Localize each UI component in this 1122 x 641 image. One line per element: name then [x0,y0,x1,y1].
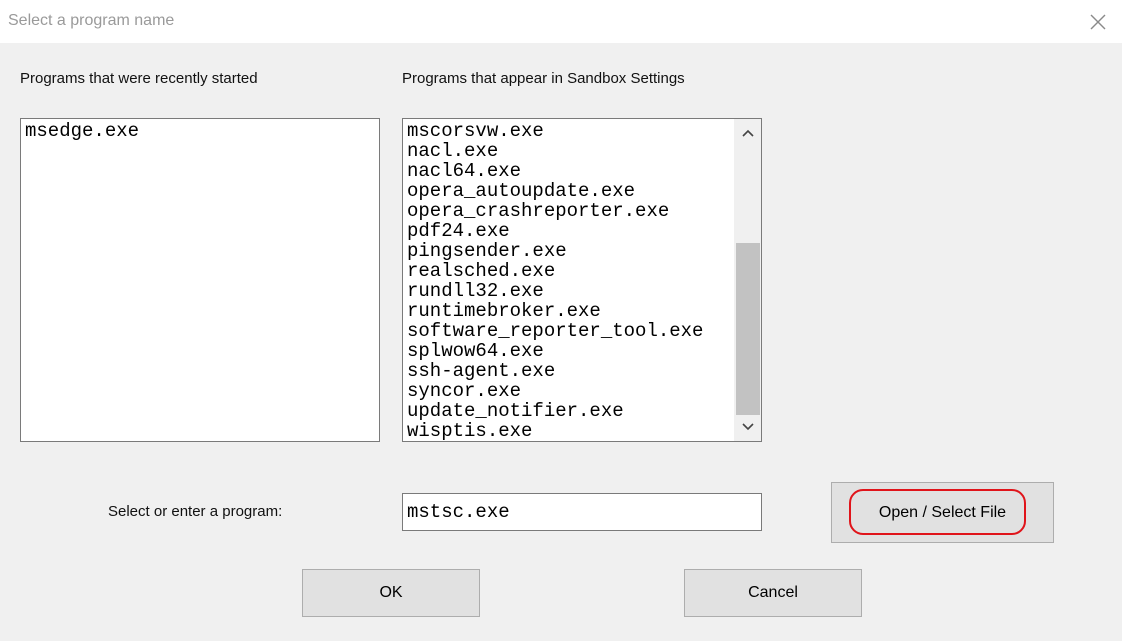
open-select-file-label: Open / Select File [878,503,1007,521]
list-item[interactable]: opera_autoupdate.exe [403,181,734,201]
list-item[interactable]: update_notifier.exe [403,401,734,421]
select-program-dialog: Select a program name Programs that were… [0,0,1122,641]
scroll-up-button[interactable] [734,121,761,145]
list-item[interactable]: mscorsvw.exe [403,121,734,141]
list-item[interactable]: ssh-agent.exe [403,361,734,381]
list-item[interactable]: syncor.exe [403,381,734,401]
chevron-down-icon [742,423,754,431]
list-item[interactable]: msedge.exe [21,121,352,141]
list-item[interactable]: wisptis.exe [403,421,734,441]
sandbox-programs-items: mscorsvw.exe nacl.exe nacl64.exe opera_auto… [403,121,734,441]
ok-button[interactable]: OK [302,569,480,617]
list-item[interactable]: software_reporter_tool.exe [403,321,734,341]
list-item[interactable]: realsched.exe [403,261,734,281]
recent-programs-label: Programs that were recently started [20,70,258,87]
close-icon [1090,14,1106,30]
list-item[interactable]: runtimebroker.exe [403,301,734,321]
scroll-thumb[interactable] [736,243,760,415]
list-item[interactable]: opera_crashreporter.exe [403,201,734,221]
sandbox-programs-label: Programs that appear in Sandbox Settings [402,70,685,87]
list-item[interactable]: nacl64.exe [403,161,734,181]
sandbox-list-scrollbar[interactable] [734,119,761,441]
cancel-label: Cancel [748,584,798,601]
scroll-down-button[interactable] [734,415,761,439]
recent-programs-list[interactable]: msedge.exe [20,118,380,442]
list-item[interactable]: pdf24.exe [403,221,734,241]
title-bar: Select a program name [0,0,1122,43]
close-button[interactable] [1084,8,1112,36]
ok-label: OK [379,584,403,601]
recent-programs-items: msedge.exe [21,121,352,141]
list-item[interactable]: rundll32.exe [403,281,734,301]
cancel-button[interactable]: Cancel [684,569,862,617]
chevron-up-icon [742,129,754,137]
list-item[interactable]: nacl.exe [403,141,734,161]
program-entry-label: Select or enter a program: [108,503,283,520]
program-input[interactable] [402,493,762,531]
list-item[interactable]: pingsender.exe [403,241,734,261]
open-select-file-button[interactable]: Open / Select File [831,482,1054,543]
sandbox-programs-list[interactable]: mscorsvw.exe nacl.exe nacl64.exe opera_auto… [402,118,762,442]
list-item[interactable]: splwow64.exe [403,341,734,361]
dialog-title: Select a program name [8,12,175,29]
